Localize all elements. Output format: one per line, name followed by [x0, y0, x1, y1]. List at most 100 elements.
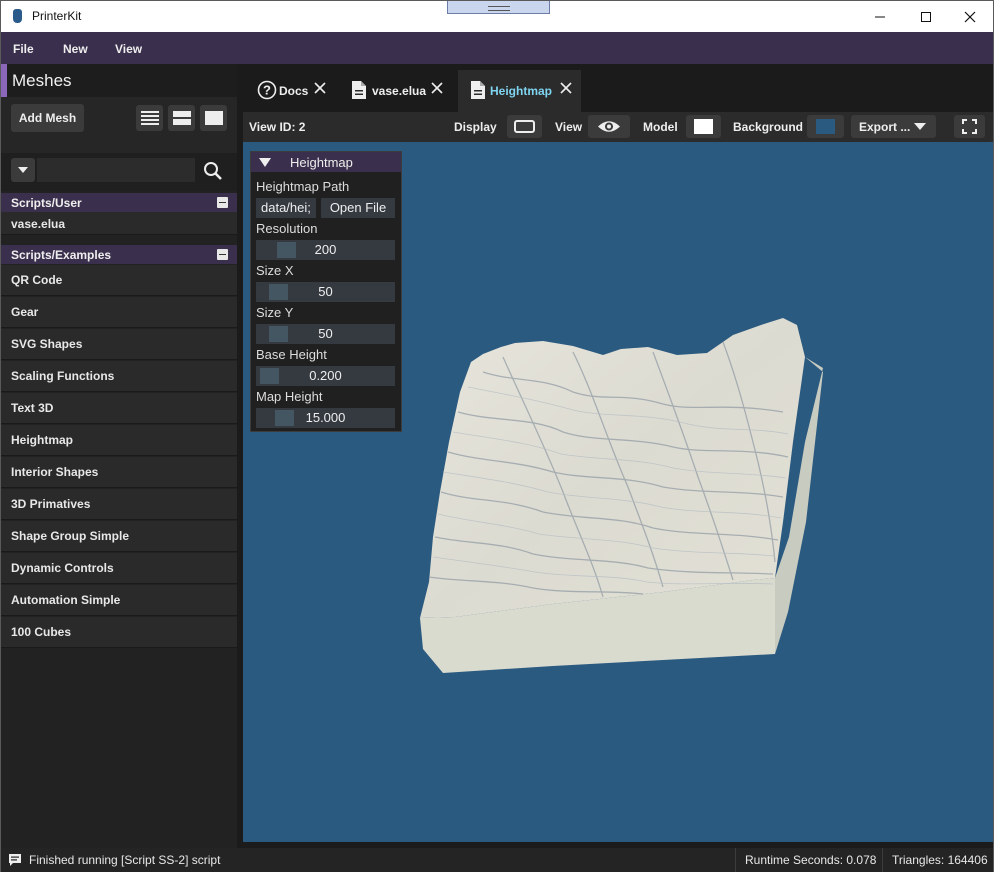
search-button[interactable] — [199, 157, 227, 185]
menu-new[interactable]: New — [63, 42, 88, 56]
list-item-label: SVG Shapes — [11, 337, 83, 351]
runtime-readout: Runtime Seconds: 0.078 — [745, 853, 877, 867]
tab-vase-elua[interactable]: vase.elua — [341, 70, 455, 112]
close-button[interactable] — [947, 1, 993, 32]
list-item-label: Dynamic Controls — [11, 561, 114, 575]
list-item-label: Scaling Functions — [11, 369, 115, 383]
list-item[interactable]: 3D Primatives — [1, 489, 237, 520]
minimize-button[interactable] — [857, 1, 903, 32]
filter-dropdown-button[interactable] — [11, 158, 35, 182]
group-label: Scripts/User — [11, 196, 82, 210]
panel-header[interactable]: Heightmap — [251, 152, 401, 172]
title-bar: PrinterKit — [1, 1, 993, 32]
message-icon — [9, 854, 21, 866]
heightmap-path-label: Heightmap Path — [256, 179, 350, 194]
minimize-icon — [875, 16, 885, 17]
single-view-button[interactable] — [200, 105, 227, 131]
sidebar-toolbar: Add Mesh — [1, 97, 237, 153]
list-item-label: 3D Primatives — [11, 497, 91, 511]
list-item[interactable]: 100 Cubes — [1, 617, 237, 648]
heightmap-panel: Heightmap Heightmap Path data/hei; Open … — [250, 151, 402, 432]
size-y-label: Size Y — [256, 305, 294, 320]
list-view-icon — [140, 111, 159, 125]
collapse-icon[interactable] — [217, 197, 228, 208]
list-item-label: Interior Shapes — [11, 465, 99, 479]
3d-viewport[interactable]: Heightmap Heightmap Path data/hei; Open … — [243, 142, 993, 842]
collapse-triangle-icon[interactable] — [259, 158, 271, 167]
list-item[interactable]: Gear — [1, 297, 237, 328]
maximize-button[interactable] — [903, 1, 949, 32]
size-x-slider[interactable]: 50 — [256, 282, 395, 302]
window-drag-tab[interactable] — [447, 1, 550, 14]
app-title: PrinterKit — [32, 9, 82, 23]
status-divider — [882, 848, 883, 872]
group-header-scripts-user[interactable]: Scripts/User — [1, 193, 237, 212]
list-item[interactable]: Heightmap — [1, 425, 237, 456]
list-view-button[interactable] — [136, 105, 163, 131]
svg-text:?: ? — [263, 83, 271, 98]
background-color-swatch — [816, 119, 835, 134]
list-item[interactable]: SVG Shapes — [1, 329, 237, 360]
chevron-down-icon — [18, 167, 28, 173]
view-id-label: View ID: 2 — [249, 120, 306, 134]
tab-bar: ? Docs vase.elua Heightmap — [237, 64, 993, 112]
list-item[interactable]: Scaling Functions — [1, 361, 237, 392]
menu-bar: File New View — [1, 32, 993, 64]
close-tab-icon[interactable] — [313, 81, 327, 95]
base-height-slider[interactable]: 0.200 — [256, 366, 395, 386]
close-tab-icon[interactable] — [430, 81, 444, 95]
list-item-label: QR Code — [11, 273, 63, 287]
fullscreen-button[interactable] — [954, 115, 985, 138]
list-item-label: Shape Group Simple — [11, 529, 130, 543]
sidebar-accent — [1, 64, 7, 97]
list-item[interactable]: vase.elua — [1, 212, 237, 235]
single-view-icon — [204, 111, 223, 125]
tab-docs[interactable]: ? Docs — [249, 70, 337, 112]
model-color-button[interactable] — [686, 115, 721, 138]
status-bar: Finished running [Script SS-2] script Ru… — [1, 848, 993, 872]
fullscreen-icon — [962, 119, 977, 134]
help-circle-icon: ? — [257, 80, 277, 100]
search-icon — [204, 162, 222, 180]
group-header-scripts-examples[interactable]: Scripts/Examples — [1, 245, 237, 264]
resolution-slider[interactable]: 200 — [256, 240, 395, 260]
list-item[interactable]: Dynamic Controls — [1, 553, 237, 584]
size-y-slider[interactable]: 50 — [256, 324, 395, 344]
list-item-label: Automation Simple — [11, 593, 121, 607]
list-item-label: vase.elua — [11, 217, 66, 231]
tab-label: Docs — [279, 84, 309, 98]
view-button[interactable] — [588, 115, 630, 138]
status-message: Finished running [Script SS-2] script — [29, 853, 221, 867]
menu-view[interactable]: View — [115, 42, 142, 56]
export-dropdown-button[interactable]: Export ... — [851, 115, 936, 138]
open-file-button[interactable]: Open File — [321, 198, 395, 218]
list-item[interactable]: Interior Shapes — [1, 457, 237, 488]
eye-icon — [598, 121, 620, 132]
display-button[interactable] — [507, 115, 542, 138]
list-item[interactable]: QR Code — [1, 265, 237, 296]
map-height-value: 15.000 — [305, 410, 346, 425]
heightmap-path-value: data/hei; — [261, 200, 311, 215]
menu-file[interactable]: File — [13, 42, 34, 56]
triangle-count: Triangles: 164406 — [892, 853, 988, 867]
list-item[interactable]: Text 3D — [1, 393, 237, 424]
map-height-slider[interactable]: 15.000 — [256, 408, 395, 428]
document-icon — [352, 81, 366, 99]
close-tab-icon[interactable] — [559, 81, 573, 95]
tab-heightmap[interactable]: Heightmap — [458, 70, 581, 112]
split-view-button[interactable] — [168, 105, 195, 131]
background-color-button[interactable] — [807, 115, 844, 138]
view-toolbar: View ID: 2 Display View Model Background — [243, 112, 993, 142]
background-label: Background — [733, 120, 804, 134]
tab-label: vase.elua — [372, 84, 427, 98]
search-input[interactable] — [37, 158, 195, 182]
add-mesh-button[interactable]: Add Mesh — [11, 104, 84, 132]
view-label: View — [555, 120, 583, 134]
open-file-label: Open File — [329, 200, 387, 215]
collapse-icon[interactable] — [217, 249, 228, 260]
list-item[interactable]: Shape Group Simple — [1, 521, 237, 552]
heightmap-path-field[interactable]: data/hei; — [256, 198, 316, 218]
group-label: Scripts/Examples — [11, 248, 112, 262]
size-x-label: Size X — [256, 263, 294, 278]
list-item[interactable]: Automation Simple — [1, 585, 237, 616]
